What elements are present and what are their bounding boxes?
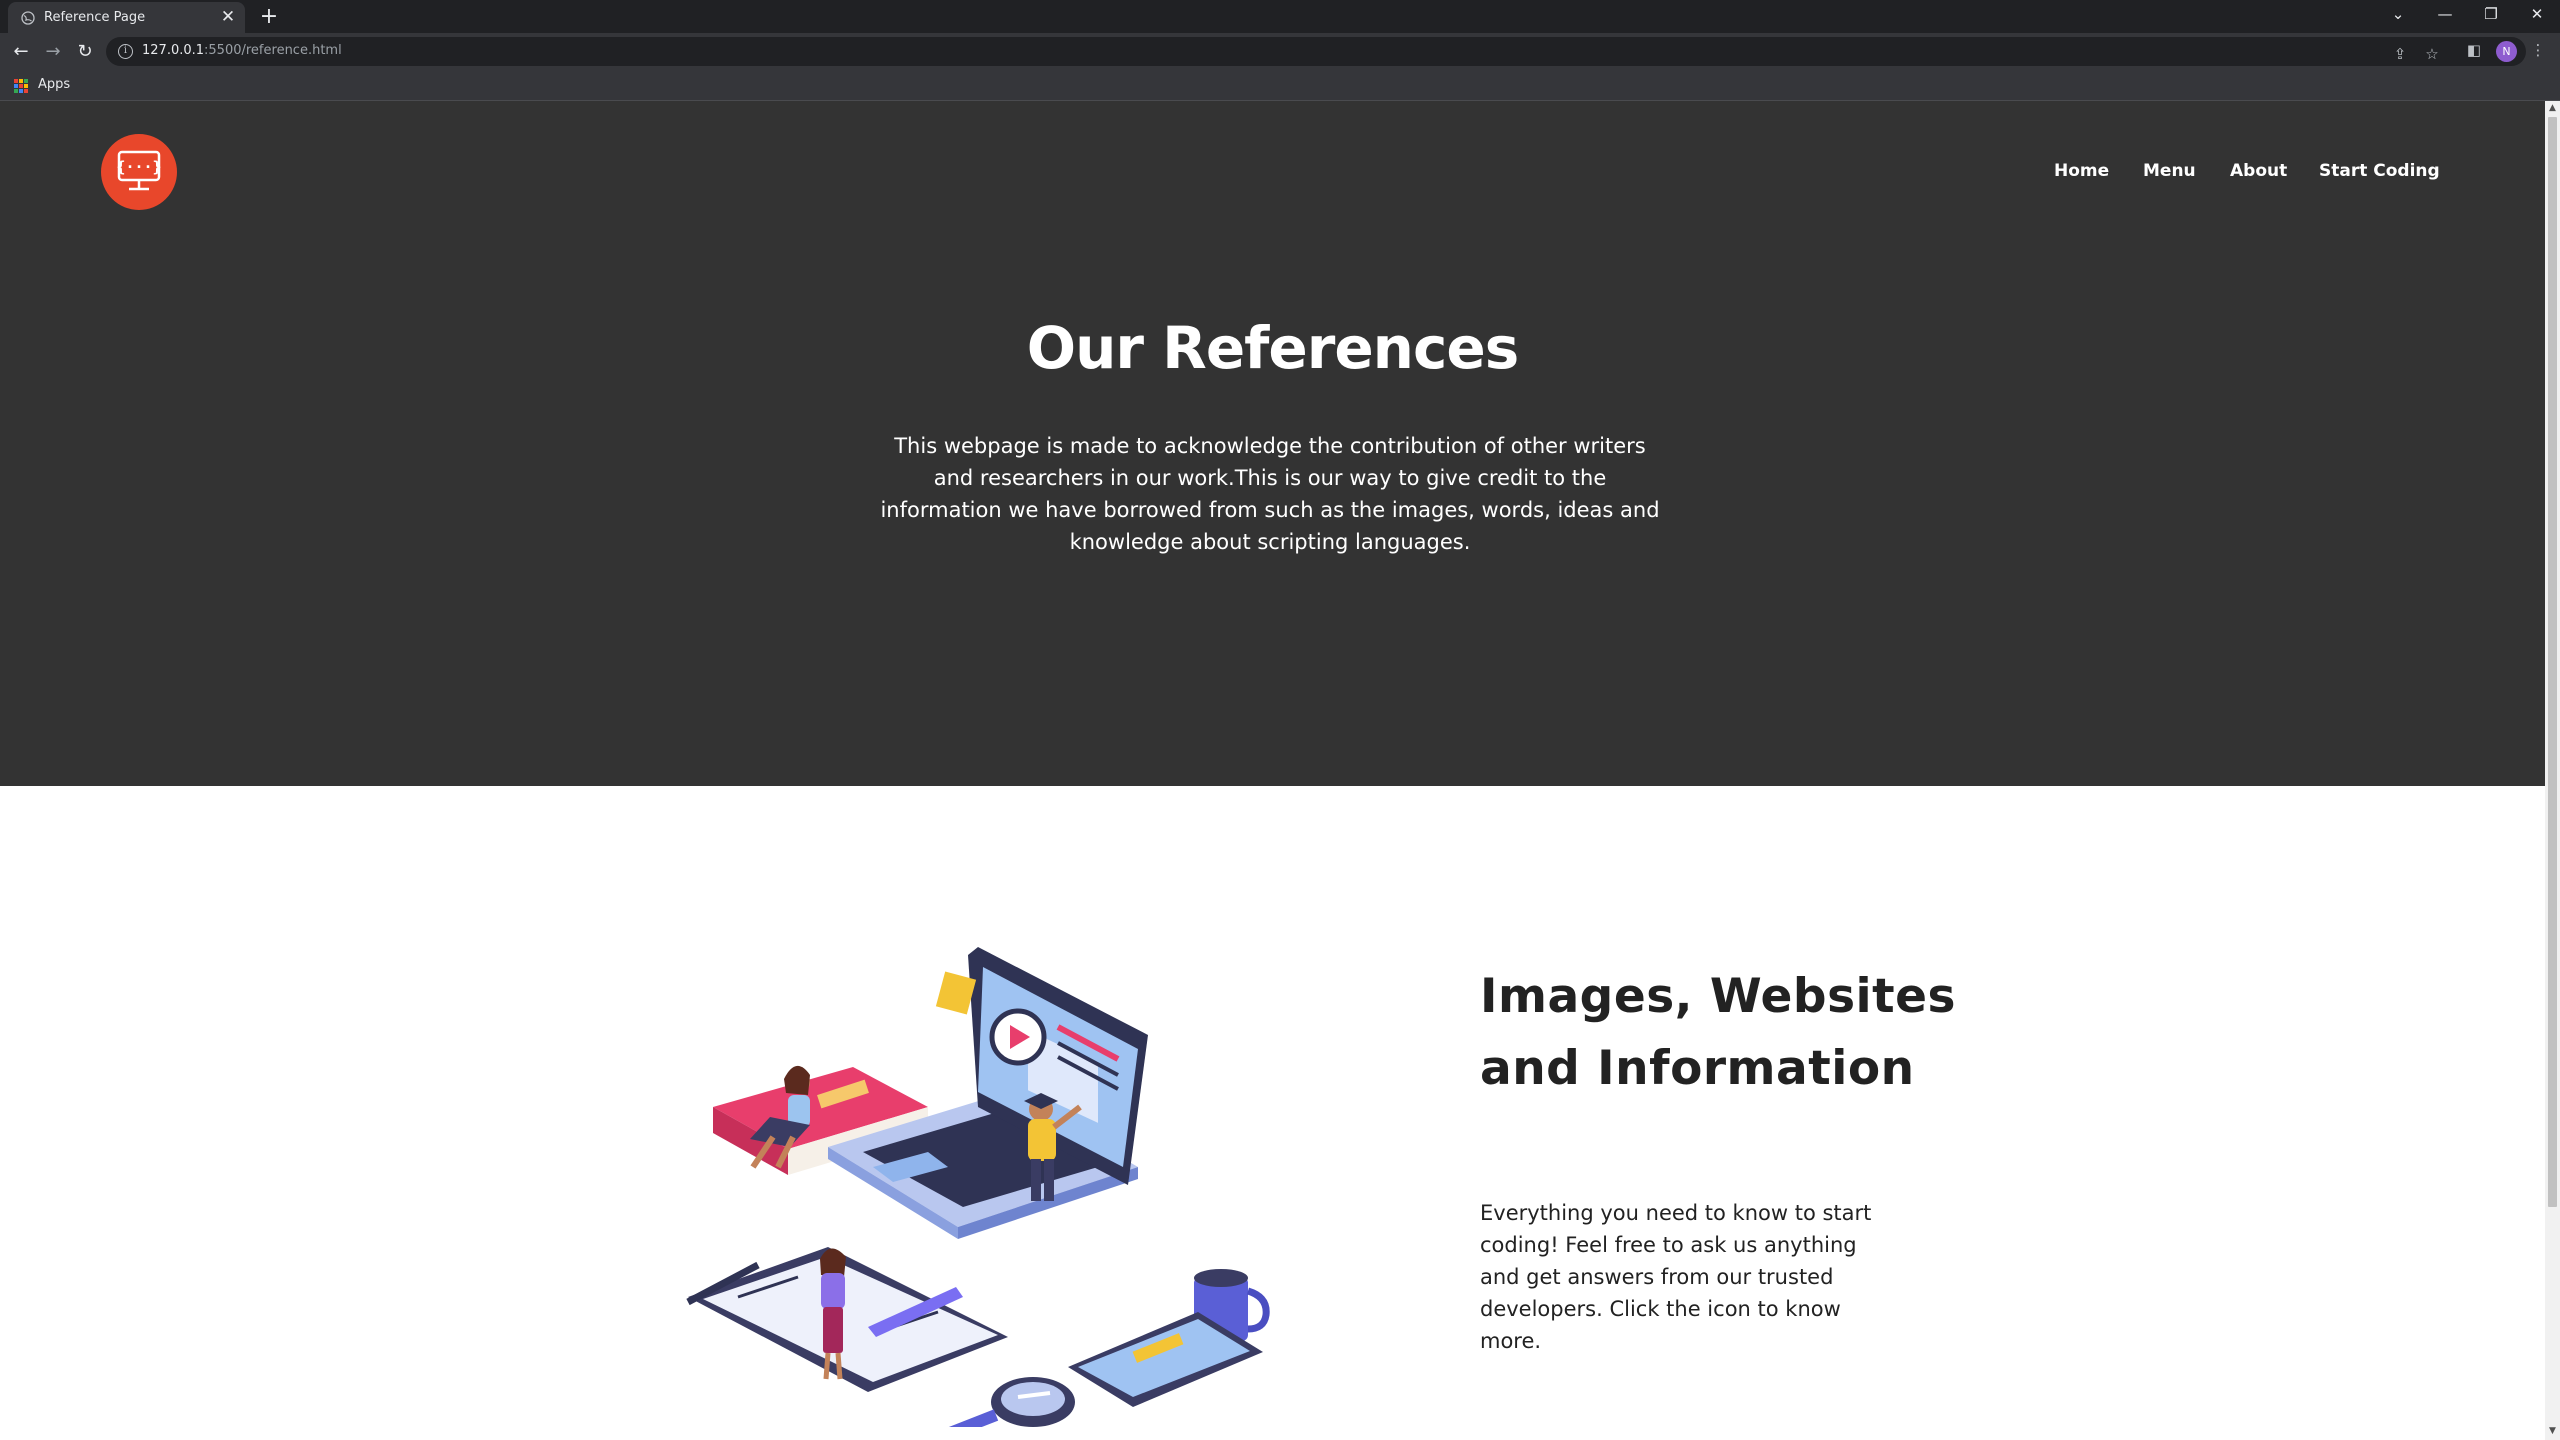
minimize-icon[interactable]: —: [2422, 0, 2468, 30]
forward-icon[interactable]: →: [40, 39, 66, 65]
hero-description: This webpage is made to acknowledge the …: [880, 434, 1660, 554]
scroll-down-arrow-icon[interactable]: ▼: [2545, 1426, 2560, 1438]
page-title: Our References: [1026, 314, 1519, 382]
apps-bookmark[interactable]: Apps: [38, 77, 70, 92]
scroll-up-arrow-icon[interactable]: ▲: [2545, 103, 2560, 115]
restore-icon[interactable]: ❐: [2468, 0, 2514, 30]
menu-icon[interactable]: ⋮: [2526, 38, 2550, 62]
hero-section: {···} Home Menu About Start Coding Our R…: [0, 101, 2545, 786]
profile-avatar[interactable]: N: [2496, 41, 2517, 62]
tab-search-icon[interactable]: ⌄: [2375, 0, 2421, 30]
page-scrollbar[interactable]: ▲ ▼: [2545, 101, 2560, 1440]
tab-title: Reference Page: [44, 10, 146, 25]
scroll-thumb[interactable]: [2548, 117, 2557, 1207]
reload-icon[interactable]: ↻: [72, 39, 98, 65]
section-title: Images, Websites and Information: [1480, 969, 1956, 1096]
nav-about[interactable]: About: [2230, 161, 2287, 181]
star-icon[interactable]: ☆: [2420, 42, 2444, 66]
magnifier-icon: [948, 1377, 1075, 1427]
new-tab-button[interactable]: +: [256, 5, 282, 31]
site-logo[interactable]: {···}: [101, 134, 177, 210]
url-text[interactable]: 127.0.0.1:5500/reference.html: [142, 43, 342, 58]
nav-menu[interactable]: Menu: [2143, 161, 2196, 181]
globe-icon: [21, 11, 35, 25]
bookmarks-bar: Apps: [0, 70, 2560, 101]
section-description: Everything you need to know to start cod…: [1480, 1201, 1872, 1353]
browser-tab[interactable]: Reference Page ✕: [8, 2, 245, 33]
page-viewport: {···} Home Menu About Start Coding Our R…: [0, 101, 2545, 1440]
browser-toolbar: ← → ↻ i 127.0.0.1:5500/reference.html ⇪ …: [0, 33, 2560, 70]
site-info-icon[interactable]: i: [118, 44, 133, 59]
address-bar[interactable]: i 127.0.0.1:5500/reference.html ⇪ ☆: [106, 37, 2526, 66]
sidebar-icon[interactable]: ◧: [2462, 38, 2486, 62]
back-icon[interactable]: ←: [8, 39, 34, 65]
nav-start-coding[interactable]: Start Coding: [2319, 161, 2440, 181]
window-close-icon[interactable]: ✕: [2514, 0, 2560, 30]
coding-illustration[interactable]: [678, 927, 1278, 1427]
tab-close-icon[interactable]: ✕: [219, 8, 237, 26]
share-icon[interactable]: ⇪: [2388, 42, 2412, 66]
svg-text:{···}: {···}: [116, 158, 161, 176]
code-monitor-icon: {···}: [116, 150, 162, 191]
tab-strip: Reference Page ✕ + ⌄ — ❐ ✕: [0, 0, 2560, 33]
apps-icon[interactable]: [14, 79, 28, 93]
nav-home[interactable]: Home: [2054, 161, 2109, 181]
notebook-icon: [686, 1247, 1008, 1392]
